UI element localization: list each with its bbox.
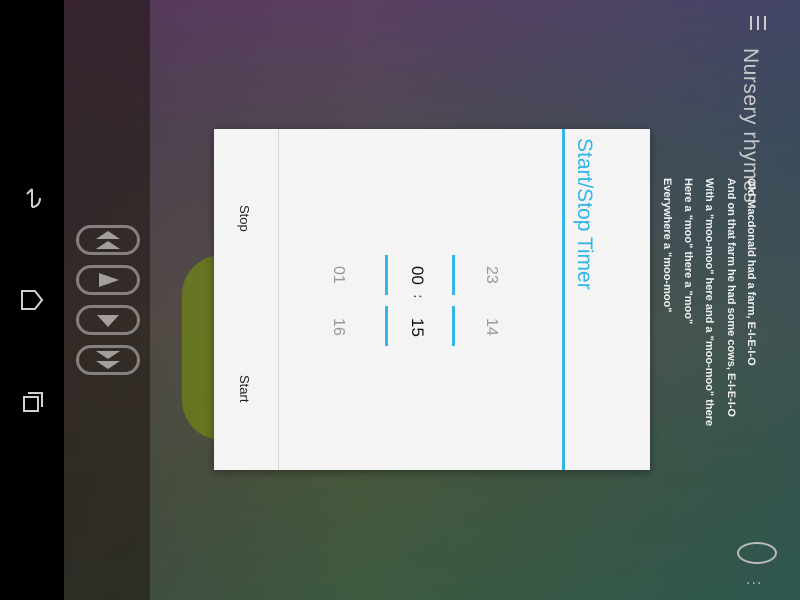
down-icon (97, 315, 119, 327)
dialog-title: Start/Stop Timer (573, 138, 596, 290)
menu-icon[interactable] (748, 12, 768, 34)
play-button[interactable] (76, 265, 140, 295)
overflow-icon[interactable]: ··· (746, 576, 762, 592)
lyric-line: Here a "moo" there a "moo" (682, 178, 694, 325)
lyric-line: Old Macdonald had a farm, E-I-E-I-O (745, 178, 757, 366)
hours-selection-bottom (385, 255, 388, 295)
minutes-next[interactable]: 16 (329, 318, 347, 336)
hours-next[interactable]: 01 (329, 266, 347, 284)
lyric-line: And on that farm he had some cows, E-I-E… (725, 178, 737, 417)
lyric-line: With a "moo-moo" here and a "moo-moo" th… (703, 178, 715, 427)
recents-icon[interactable] (14, 383, 50, 419)
stop-button[interactable]: Stop (237, 205, 252, 232)
settings-icon[interactable] (737, 542, 777, 564)
button-divider (278, 129, 279, 470)
minutes-selection-top (452, 306, 455, 346)
home-icon[interactable] (14, 282, 50, 318)
start-button[interactable]: Start (237, 375, 252, 402)
lyric-line: Everywhere a "moo-moo" (661, 178, 673, 313)
hours-prev[interactable]: 23 (482, 266, 500, 284)
play-icon (99, 273, 119, 287)
navigation-bar (0, 0, 64, 600)
skip-next-button[interactable] (76, 345, 140, 375)
skip-previous-button[interactable] (76, 225, 140, 255)
minutes-current[interactable]: 15 (407, 318, 427, 337)
minutes-prev[interactable]: 14 (482, 318, 500, 336)
time-separator: : (410, 294, 426, 299)
back-icon[interactable] (14, 181, 50, 217)
hours-selection-top (452, 255, 455, 295)
title-divider (562, 129, 565, 470)
timer-dialog: Start/Stop Timer 23 00 01 : 14 15 16 Sto… (214, 129, 650, 470)
skip-next-icon (96, 351, 120, 369)
media-panel (64, 0, 150, 600)
down-button[interactable] (76, 305, 140, 335)
hours-current[interactable]: 00 (407, 266, 427, 285)
skip-previous-icon (96, 231, 120, 249)
minutes-selection-bottom (385, 306, 388, 346)
